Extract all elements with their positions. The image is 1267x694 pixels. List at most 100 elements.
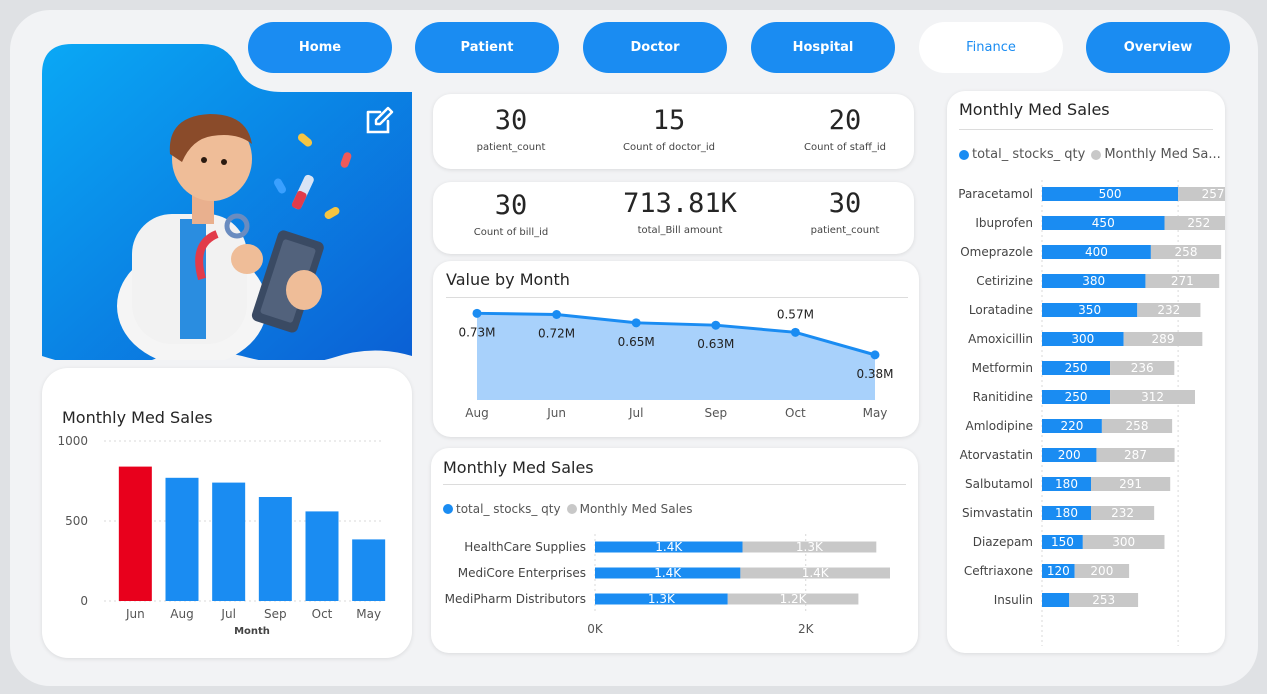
supplier-bar-chart: 0K 2K HealthCare Supplies 1.4K 1.3K MediCore … [445, 534, 890, 636]
kpi-card-row1: 30 patient_count 15 Count of doctor_id 2… [433, 94, 914, 169]
bar-label: 1.4K [655, 540, 683, 554]
x-tick-label: Jun [125, 607, 145, 621]
category-label: Ibuprofen [975, 216, 1033, 230]
doctor-hero-banner [42, 44, 412, 368]
bar-label: 258 [1126, 419, 1149, 433]
bar-label: 150 [1051, 535, 1074, 549]
category-label: Atorvastatin [960, 448, 1033, 462]
category-label: Ceftriaxone [964, 564, 1033, 578]
kpi-value: 713.81K [623, 188, 737, 219]
kpi-value: 30 [494, 190, 528, 221]
monthly-med-sales-card: Monthly Med Sales 0 500 1000 Jun Aug Jul Sep Oc… [42, 368, 412, 658]
data-label: 0.63M [697, 337, 734, 351]
bar-label: 232 [1157, 303, 1180, 317]
data-label: 0.57M [777, 307, 814, 321]
chart-title: Value by Month [446, 270, 570, 289]
nav-finance-button[interactable]: Finance [919, 22, 1063, 73]
category-label: HealthCare Supplies [464, 540, 586, 554]
kpi-card-row2: 30 Count of bill_id 713.81K total_Bill a… [433, 182, 914, 254]
bar-label: 180 [1055, 477, 1078, 491]
bar-label: 500 [1099, 187, 1122, 201]
bar-label: 250 [1065, 390, 1088, 404]
bar-label: 200 [1058, 448, 1081, 462]
bar [118, 466, 152, 601]
edit-icon[interactable] [364, 106, 394, 136]
category-label: MediCore Enterprises [458, 566, 586, 580]
category-label: Paracetamol [958, 187, 1033, 201]
kpi-label: Count of staff_id [804, 142, 886, 153]
bar-label: 236 [1131, 361, 1154, 375]
chart-title: Monthly Med Sales [62, 408, 213, 427]
bar-label: 380 [1082, 274, 1105, 288]
category-label: Amlodipine [966, 419, 1033, 433]
monthly-med-sales-bar-chart: 0 500 1000 Jun Aug Jul Sep Oct May Month [57, 434, 386, 637]
title-divider [443, 484, 906, 485]
legend-label-stocks: total_ stocks_ qty [456, 502, 561, 516]
legend-dot-sales [566, 504, 577, 514]
data-label: 0.73M [458, 325, 495, 339]
legend-dot-stocks [959, 149, 969, 160]
y-tick-label: 1000 [57, 434, 88, 448]
x-tick-label: May [356, 607, 381, 621]
chart-title: Monthly Med Sales [443, 458, 594, 477]
category-label: Omeprazole [960, 245, 1033, 259]
x-tick-label: Oct [785, 406, 806, 420]
value-by-month-card: Value by Month 0.73M Aug 0.72M Jun 0.65M Jul 0… [433, 261, 919, 437]
bar-label: 257 [1202, 187, 1225, 201]
x-tick-label: Sep [704, 406, 727, 420]
category-label: Metformin [972, 361, 1033, 375]
x-axis-label: Month [234, 626, 270, 637]
value-by-month-area-chart: 0.73M Aug 0.72M Jun 0.65M Jul 0.63M Sep 0.57M Oct… [458, 307, 893, 420]
category-label: Simvastatin [962, 506, 1033, 520]
bar-label: 232 [1111, 506, 1134, 520]
x-tick-label: May [863, 406, 888, 420]
chart-legend: total_ stocks_ qty Monthly Med Sales [443, 502, 693, 516]
data-point [870, 350, 880, 360]
bar-label: 289 [1152, 332, 1175, 346]
nav-overview-button[interactable]: Overview [1086, 22, 1230, 73]
bar [212, 482, 246, 601]
category-label: Salbutamol [965, 477, 1033, 491]
nav-hospital-button[interactable]: Hospital [751, 22, 895, 73]
bar-label: 120 [1047, 564, 1070, 578]
kpi-label: patient_count [810, 225, 880, 236]
bar-stocks [1042, 593, 1070, 607]
area-fill [477, 313, 875, 400]
title-divider [959, 129, 1213, 130]
supplier-med-sales-card: Monthly Med Sales total_ stocks_ qty Mon… [431, 448, 918, 653]
bar-label: 253 [1092, 593, 1115, 607]
bar-label: 287 [1124, 448, 1147, 462]
bar-label: 1.4K [654, 566, 682, 580]
legend-label-sales: Monthly Med Sa... [1104, 147, 1221, 162]
category-label: Amoxicillin [968, 332, 1033, 346]
bar [165, 477, 199, 601]
nav-patient-button[interactable]: Patient [415, 22, 559, 73]
kpi-value: 30 [494, 105, 528, 136]
x-tick-label: 2K [798, 622, 815, 636]
category-label: Cetirizine [976, 274, 1033, 288]
bar-label: 252 [1187, 216, 1210, 230]
data-point [552, 310, 562, 319]
x-tick-label: Oct [312, 607, 333, 621]
x-tick-label: Jul [628, 406, 643, 420]
x-tick-label: Jul [220, 607, 235, 621]
category-label: Diazepam [973, 535, 1033, 549]
category-label: Insulin [994, 593, 1033, 607]
kpi-staff-count: 20 Count of staff_id [781, 106, 909, 154]
kpi-label: Count of bill_id [473, 227, 549, 238]
kpi-doctor-count: 15 Count of doctor_id [605, 106, 733, 154]
bar-label: 350 [1078, 303, 1101, 317]
bar-label: 300 [1071, 332, 1094, 346]
data-point [472, 308, 482, 318]
data-point [711, 320, 721, 330]
nav-doctor-button[interactable]: Doctor [583, 22, 727, 73]
data-point [790, 327, 800, 337]
doctor-illustration [42, 44, 412, 368]
kpi-bill-count: 30 Count of bill_id [447, 190, 575, 239]
bar-label: 220 [1060, 419, 1083, 433]
kpi-patient-count-2: 30 patient_count [781, 189, 909, 237]
bar-label: 250 [1065, 361, 1088, 375]
title-divider [446, 297, 908, 298]
bar [258, 497, 292, 601]
x-tick-label: Jun [546, 406, 566, 420]
